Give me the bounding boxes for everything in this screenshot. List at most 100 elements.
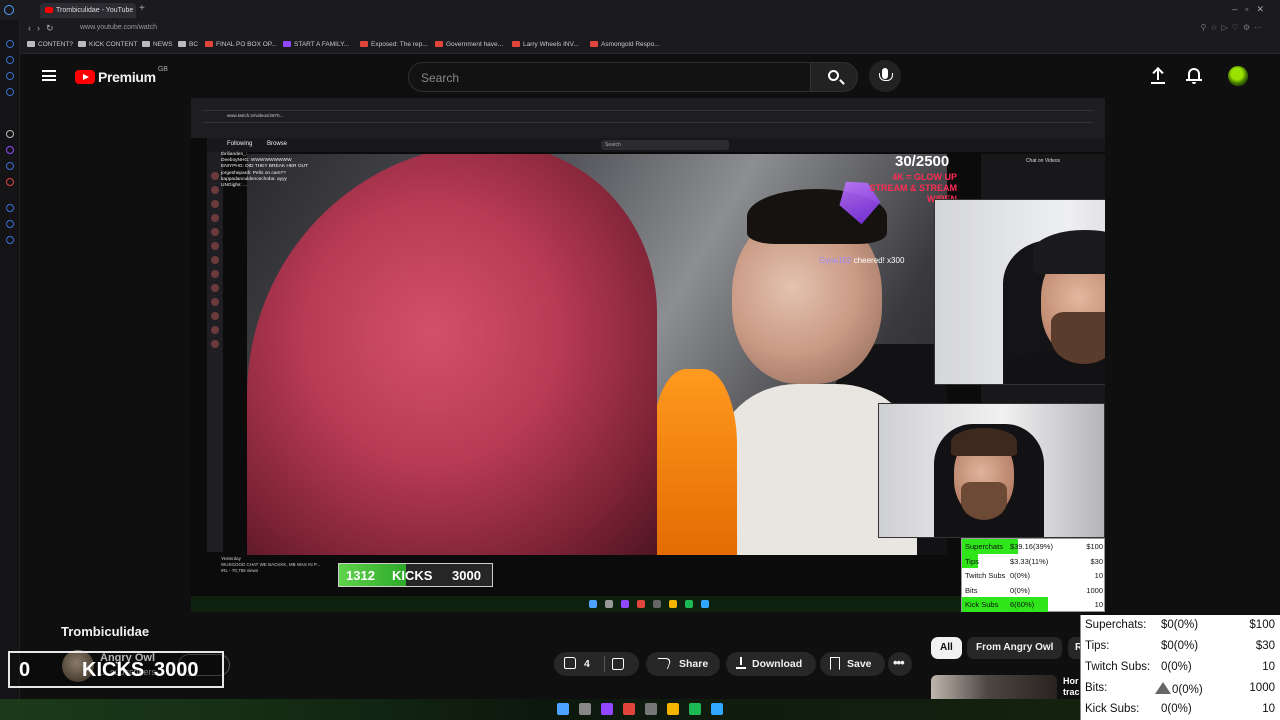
support-panel-row: Twitch Subs: 0(0%) 10	[1085, 661, 1275, 673]
recommended-video-thumbnail[interactable]	[931, 675, 1057, 700]
folder-icon	[78, 41, 86, 47]
support-goal-row: Superchats $39.16(39%) $100	[962, 539, 1105, 554]
app-icon[interactable]	[689, 703, 701, 715]
twitch-favicon-icon	[283, 41, 291, 47]
nav-buttons[interactable]: ‹›↻	[28, 23, 60, 34]
like-count[interactable]: 4	[584, 658, 590, 670]
more-actions-button[interactable]: •••	[888, 652, 912, 676]
sidebar-app-icon[interactable]	[6, 56, 14, 64]
youtube-favicon-icon	[512, 41, 520, 47]
bookmark-item[interactable]: START A FAMILY...	[283, 41, 349, 48]
voice-search-button[interactable]	[869, 60, 901, 92]
bookmark-item[interactable]: Exposed: The rep...	[360, 41, 428, 48]
folder-icon	[27, 41, 35, 47]
youtube-header: Premium GB Search	[20, 54, 1280, 100]
youtube-premium-logo[interactable]: Premium GB	[75, 66, 168, 88]
sidebar-app-icon[interactable]	[6, 88, 14, 96]
new-tab-icon[interactable]: +	[139, 3, 145, 14]
bookmark-item[interactable]: NEWS	[142, 41, 173, 48]
search-button[interactable]	[810, 62, 858, 92]
folder-icon[interactable]	[667, 703, 679, 715]
warning-triangle-icon	[1155, 682, 1171, 694]
like-icon[interactable]	[564, 657, 576, 669]
sidebar-app-icon[interactable]	[6, 220, 14, 228]
notifications-button[interactable]	[1186, 67, 1202, 84]
filter-chip-channel[interactable]: From Angry Owl	[967, 637, 1063, 659]
video-inner-info: Yesterday WUSGOOD CHAT WE BACKKK, MB WAS…	[221, 556, 321, 573]
download-button[interactable]: Download	[726, 652, 816, 676]
kicks-goal-overlay: 0 KICKS 3000	[8, 651, 224, 688]
video-player[interactable]: www.twitch.tv/videos/2870... Following B…	[191, 98, 1105, 612]
browser-sidebar	[0, 20, 20, 700]
kicks-goal-bar: 1312 KICKS 3000	[338, 563, 493, 587]
support-goal-row: Kick Subs 6(60%) 10	[962, 597, 1105, 612]
bookmark-item[interactable]: Larry Wheels INV...	[512, 41, 579, 48]
create-button[interactable]	[1150, 67, 1166, 85]
support-goal-row: Tips $3.33(11%) $30	[962, 553, 1105, 568]
filter-chip-all[interactable]: All	[931, 637, 962, 659]
stream-chat-overlay: Ibrilianden_: DeeboyNHG: WWWWWWWWW ENIYP…	[221, 152, 308, 189]
share-button[interactable]: Share	[646, 652, 720, 676]
app-icon[interactable]	[645, 703, 657, 715]
support-goals-panel: Superchats: $0(0%) $100 Tips: $0(0%) $30 Twitc…	[1080, 615, 1280, 720]
video-title: Trombiculidae	[61, 624, 150, 639]
microphone-icon	[879, 68, 893, 81]
app-icon[interactable]	[601, 703, 613, 715]
video-inner-browser-chrome: www.twitch.tv/videos/2870...	[191, 98, 1105, 138]
search-icon	[828, 70, 839, 81]
folder-icon	[142, 41, 150, 47]
support-goal-row: Bits 0(0%) 1000	[965, 585, 1103, 595]
support-goal-row: Twitch Subs 0(0%) 10	[965, 571, 1103, 580]
bookmark-item[interactable]: CONTENT?	[27, 41, 73, 48]
sidebar-app-icon[interactable]	[6, 130, 14, 138]
menu-icon[interactable]	[42, 70, 56, 81]
like-dislike-group: 4	[554, 652, 639, 676]
app-icon[interactable]	[623, 703, 635, 715]
sidebar-app-icon[interactable]	[6, 178, 14, 186]
share-icon	[653, 658, 673, 669]
webcam-overlay-2	[878, 403, 1105, 538]
url-field[interactable]: www.youtube.com/watch	[80, 24, 157, 31]
account-avatar[interactable]	[1228, 66, 1248, 86]
bookmark-item[interactable]: Government have...	[435, 41, 503, 48]
stream-counter: 30/2500	[895, 153, 950, 170]
search-input[interactable]: Search	[408, 62, 811, 92]
download-icon	[736, 657, 746, 669]
browser-tab-youtube[interactable]: Trombiculidae - YouTube	[40, 3, 136, 18]
video-twitch-nav: Following Browse Search	[207, 138, 1105, 152]
recommended-video-title[interactable]: Hor trac	[1063, 676, 1080, 698]
upload-icon	[1157, 68, 1159, 80]
folder-icon	[178, 41, 186, 47]
address-bar: ‹›↻ www.youtube.com/watch ⚲☆▷♡⚙⋯	[0, 20, 1280, 38]
window-controls[interactable]: –▫✕	[1232, 4, 1272, 15]
start-icon[interactable]	[557, 703, 569, 715]
youtube-play-icon	[75, 70, 95, 84]
sidebar-app-icon[interactable]	[6, 72, 14, 80]
extension-icons[interactable]: ⚲☆▷♡⚙⋯	[1200, 23, 1266, 32]
sidebar-app-icon[interactable]	[6, 236, 14, 244]
browser-logo-icon[interactable]	[4, 5, 14, 15]
bookmark-item[interactable]: Asmongold Respo...	[590, 41, 660, 48]
search-icon[interactable]	[579, 703, 591, 715]
save-button[interactable]: Save	[820, 652, 885, 676]
cheer-alert: Gyna152 cheered! x300	[819, 256, 905, 265]
bookmark-item[interactable]: BC	[178, 41, 198, 48]
dislike-icon[interactable]	[612, 658, 624, 670]
os-taskbar	[0, 699, 1080, 720]
support-panel-row: Tips: $0(0%) $30	[1085, 640, 1275, 652]
browser-tab-bar: Trombiculidae - YouTube + –▫✕	[0, 0, 1280, 20]
bookmarks-bar: CONTENT? KICK CONTENT NEWS BC FINAL PO B…	[0, 38, 1280, 54]
video-twitch-sidebar	[207, 152, 223, 552]
sidebar-app-icon[interactable]	[6, 146, 14, 154]
sidebar-app-icon[interactable]	[6, 162, 14, 170]
sidebar-app-icon[interactable]	[6, 40, 14, 48]
bookmark-item[interactable]: KICK CONTENT	[78, 41, 137, 48]
sidebar-app-icon[interactable]	[6, 204, 14, 212]
app-icon[interactable]	[711, 703, 723, 715]
youtube-favicon-icon	[45, 7, 53, 13]
youtube-favicon-icon	[590, 41, 598, 47]
support-panel-row: Bits: 0(0%) 1000	[1085, 682, 1275, 696]
stream-video-frame	[247, 154, 947, 555]
bookmark-item[interactable]: FINAL PO BOX OP...	[205, 41, 277, 48]
support-panel-row: Kick Subs: 0(0%) 10	[1085, 703, 1275, 715]
